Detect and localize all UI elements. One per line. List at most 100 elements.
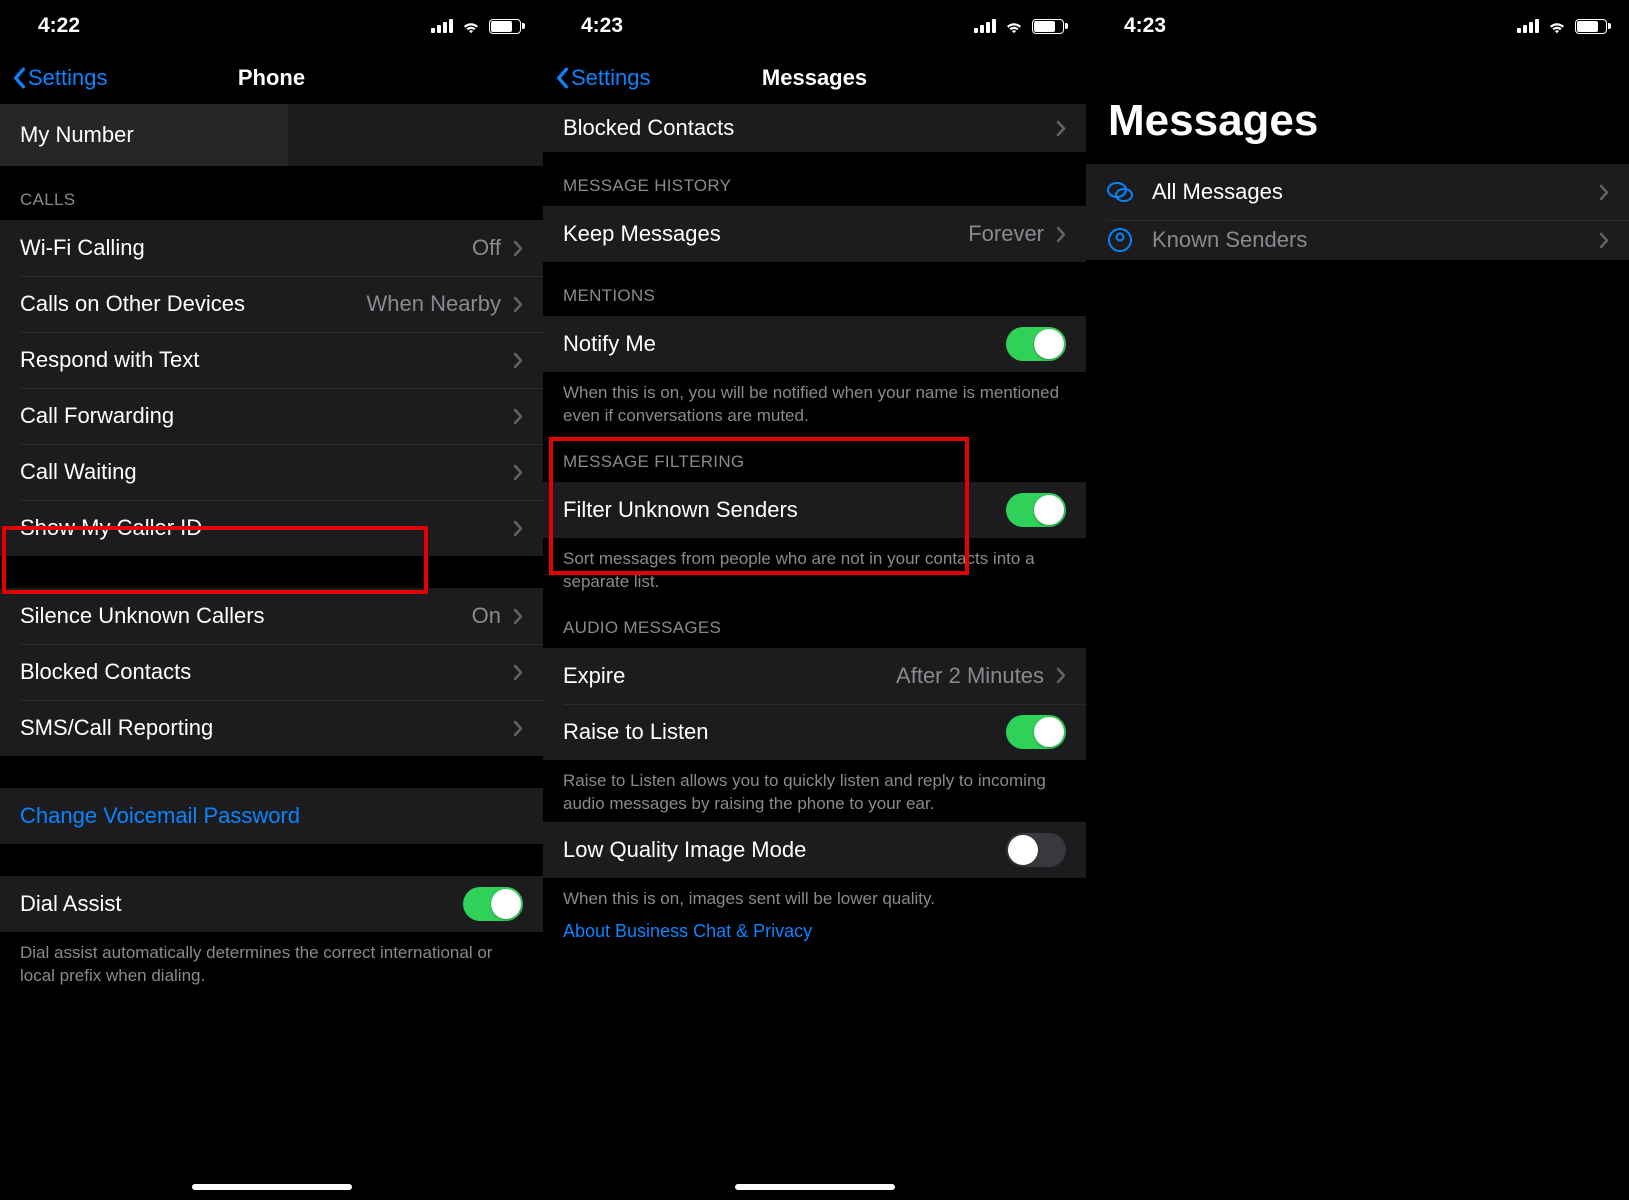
row-label: Known Senders xyxy=(1152,227,1599,253)
battery-icon xyxy=(489,19,521,34)
call-waiting-row[interactable]: Call Waiting xyxy=(0,444,543,500)
raise-to-listen-description: Raise to Listen allows you to quickly li… xyxy=(543,760,1086,822)
row-value: After 2 Minutes xyxy=(896,663,1044,689)
chevron-right-icon xyxy=(513,664,523,681)
status-bar: 4:23 xyxy=(1086,0,1629,52)
row-label: Expire xyxy=(563,663,896,689)
chevron-right-icon xyxy=(1056,667,1066,684)
status-icons xyxy=(1517,19,1607,34)
status-icons xyxy=(431,19,521,34)
section-header-calls: CALLS xyxy=(0,166,543,220)
status-time: 4:22 xyxy=(38,14,431,38)
silence-unknown-callers-row[interactable]: Silence Unknown Callers On xyxy=(0,588,543,644)
known-senders-row[interactable]: Known Senders xyxy=(1086,220,1629,260)
row-label: Respond with Text xyxy=(20,347,513,373)
signal-icon xyxy=(974,19,996,33)
status-bar: 4:23 xyxy=(543,0,1086,52)
sms-call-reporting-row[interactable]: SMS/Call Reporting xyxy=(0,700,543,756)
person-circle-icon xyxy=(1106,226,1134,254)
signal-icon xyxy=(431,19,453,33)
expire-row[interactable]: Expire After 2 Minutes xyxy=(543,648,1086,704)
battery-icon xyxy=(1575,19,1607,34)
home-indicator[interactable] xyxy=(192,1184,352,1190)
calls-other-devices-row[interactable]: Calls on Other Devices When Nearby xyxy=(0,276,543,332)
notify-me-row[interactable]: Notify Me xyxy=(543,316,1086,372)
filter-unknown-senders-row[interactable]: Filter Unknown Senders xyxy=(543,482,1086,538)
raise-to-listen-row[interactable]: Raise to Listen xyxy=(543,704,1086,760)
chevron-right-icon xyxy=(513,408,523,425)
link-label: Change Voicemail Password xyxy=(20,803,300,829)
nav-bar: Settings Messages xyxy=(543,52,1086,104)
nav-bar: Settings Phone xyxy=(0,52,543,104)
page-title: Messages xyxy=(1086,52,1629,164)
back-button[interactable]: Settings xyxy=(12,65,108,91)
back-label: Settings xyxy=(571,65,651,91)
section-header-mentions: MENTIONS xyxy=(543,262,1086,316)
signal-icon xyxy=(1517,19,1539,33)
chevron-right-icon xyxy=(513,520,523,537)
wifi-icon xyxy=(461,19,481,34)
back-label: Settings xyxy=(28,65,108,91)
chevron-right-icon xyxy=(513,720,523,737)
row-label: All Messages xyxy=(1152,179,1599,205)
dial-assist-description: Dial assist automatically determines the… xyxy=(0,932,543,994)
my-number-row[interactable]: My Number xyxy=(0,104,543,166)
show-caller-id-row[interactable]: Show My Caller ID xyxy=(0,500,543,556)
keep-messages-row[interactable]: Keep Messages Forever xyxy=(543,206,1086,262)
home-indicator[interactable] xyxy=(735,1184,895,1190)
chevron-right-icon xyxy=(513,608,523,625)
row-value: On xyxy=(472,603,501,629)
call-forwarding-row[interactable]: Call Forwarding xyxy=(0,388,543,444)
filter-unknown-toggle[interactable] xyxy=(1006,493,1066,527)
chat-bubbles-icon xyxy=(1106,178,1134,206)
row-label: Keep Messages xyxy=(563,221,968,247)
section-header-audio: AUDIO MESSAGES xyxy=(543,600,1086,648)
chevron-right-icon xyxy=(513,464,523,481)
chevron-right-icon xyxy=(1056,226,1066,243)
low-quality-description: When this is on, images sent will be low… xyxy=(543,878,1086,917)
blocked-contacts-row[interactable]: Blocked Contacts xyxy=(543,104,1086,152)
blocked-contacts-row[interactable]: Blocked Contacts xyxy=(0,644,543,700)
raise-to-listen-toggle[interactable] xyxy=(1006,715,1066,749)
wifi-calling-row[interactable]: Wi-Fi Calling Off xyxy=(0,220,543,276)
chevron-left-icon xyxy=(555,67,569,89)
row-label: Calls on Other Devices xyxy=(20,291,366,317)
row-label: Blocked Contacts xyxy=(563,115,1056,141)
row-value: When Nearby xyxy=(366,291,501,317)
chevron-right-icon xyxy=(513,296,523,313)
row-label: Call Waiting xyxy=(20,459,513,485)
notify-me-toggle[interactable] xyxy=(1006,327,1066,361)
chevron-left-icon xyxy=(12,67,26,89)
status-icons xyxy=(974,19,1064,34)
row-label: Silence Unknown Callers xyxy=(20,603,472,629)
about-business-chat-link[interactable]: About Business Chat & Privacy xyxy=(543,917,1086,972)
change-voicemail-password-row[interactable]: Change Voicemail Password xyxy=(0,788,543,844)
screen-messages-settings: 4:23 Settings Messages Blocked Contacts … xyxy=(543,0,1086,1200)
row-value: Off xyxy=(472,235,501,261)
screen-messages-filters: 4:23 Messages All Messages Known Senders xyxy=(1086,0,1629,1200)
wifi-icon xyxy=(1547,19,1567,34)
all-messages-row[interactable]: All Messages xyxy=(1086,164,1629,220)
row-label: Filter Unknown Senders xyxy=(563,497,1006,523)
section-header-filtering: MESSAGE FILTERING xyxy=(543,434,1086,482)
row-value: Forever xyxy=(968,221,1044,247)
row-label: SMS/Call Reporting xyxy=(20,715,513,741)
chevron-right-icon xyxy=(1599,184,1609,201)
row-label: Call Forwarding xyxy=(20,403,513,429)
chevron-right-icon xyxy=(513,240,523,257)
status-time: 4:23 xyxy=(1124,14,1517,38)
row-label: Dial Assist xyxy=(20,891,463,917)
row-label: Blocked Contacts xyxy=(20,659,513,685)
respond-with-text-row[interactable]: Respond with Text xyxy=(0,332,543,388)
dial-assist-toggle[interactable] xyxy=(463,887,523,921)
row-label: Low Quality Image Mode xyxy=(563,837,1006,863)
row-label: Wi-Fi Calling xyxy=(20,235,472,261)
notify-me-description: When this is on, you will be notified wh… xyxy=(543,372,1086,434)
link-label: About Business Chat & Privacy xyxy=(563,921,812,941)
back-button[interactable]: Settings xyxy=(555,65,651,91)
chevron-right-icon xyxy=(1056,120,1066,137)
low-quality-toggle[interactable] xyxy=(1006,833,1066,867)
status-bar: 4:22 xyxy=(0,0,543,52)
low-quality-image-mode-row[interactable]: Low Quality Image Mode xyxy=(543,822,1086,878)
dial-assist-row[interactable]: Dial Assist xyxy=(0,876,543,932)
